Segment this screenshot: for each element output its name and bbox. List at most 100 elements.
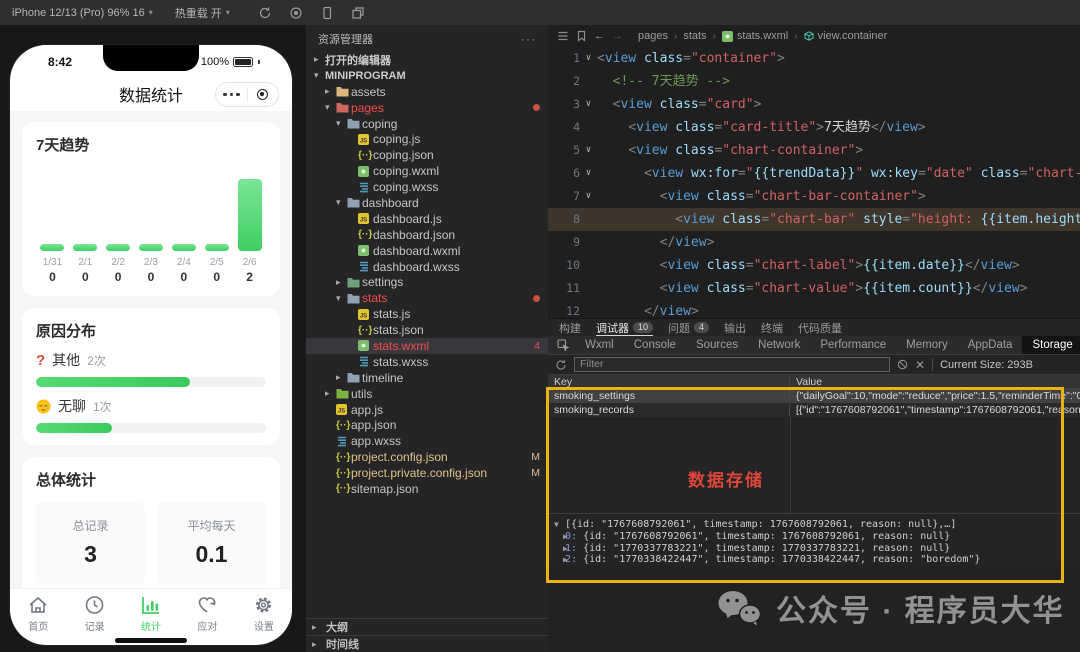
clear-all-icon[interactable] <box>897 359 908 370</box>
devtools-tab-Console[interactable]: Console <box>624 336 686 354</box>
tree-item-pages[interactable]: ▾ pages <box>306 100 548 116</box>
tree-item-stats[interactable]: ▾ stats <box>306 290 548 306</box>
wechat-capsule[interactable] <box>215 82 279 107</box>
tree-item-stats.wxss[interactable]: stats.wxss <box>306 354 548 370</box>
tree-item-utils[interactable]: ▸ utils <box>306 386 548 402</box>
bookmark-icon[interactable] <box>576 30 587 42</box>
refresh-storage-icon[interactable] <box>555 359 567 371</box>
tabbar-item-设置[interactable]: 设置 <box>236 589 292 638</box>
tree-item-coping.js[interactable]: JS coping.js <box>306 131 548 147</box>
tree-item-timeline[interactable]: ▸ timeline <box>306 370 548 386</box>
tree-item-app.js[interactable]: JS app.js <box>306 402 548 418</box>
forward-arrow-icon[interactable]: → <box>612 30 623 42</box>
breadcrumb-item-view.container[interactable]: view.container <box>804 30 887 42</box>
fold-icon[interactable]: ∨ <box>580 162 597 185</box>
devtools-tab-Performance[interactable]: Performance <box>810 336 896 354</box>
tree-item-coping.json[interactable]: {··} coping.json <box>306 147 548 163</box>
tree-item-app.json[interactable]: {··} app.json <box>306 417 548 433</box>
breadcrumb-item-pages[interactable]: pages <box>638 30 668 42</box>
storage-row-smoking_records[interactable]: smoking_records [{"id":"1767608792061","t… <box>548 403 1080 417</box>
close-minibar-icon[interactable] <box>248 89 279 100</box>
storage-row-smoking_settings[interactable]: smoking_settings {"dailyGoal":10,"mode":"… <box>548 389 1080 403</box>
key-column-header[interactable]: Key <box>548 375 790 388</box>
timeline-section[interactable]: ▸ 时间线 <box>306 635 548 652</box>
collapse-arrow-icon[interactable]: ▼ <box>554 519 565 531</box>
expand-arrow-icon[interactable]: ▶ <box>554 554 568 566</box>
tree-item-assets[interactable]: ▸ assets <box>306 84 548 100</box>
tabbar-item-统计[interactable]: 统计 <box>123 589 179 638</box>
tree-item-dashboard.js[interactable]: JS dashboard.js <box>306 211 548 227</box>
expanded-record[interactable]: ▶2: {id: "1770338422447", timestamp: 177… <box>554 554 1080 566</box>
chevron-down-icon[interactable]: ▾ <box>336 118 347 129</box>
hot-reload-toggle[interactable]: 热重载 开 <box>175 5 222 21</box>
tree-item-settings[interactable]: ▸ settings <box>306 274 548 290</box>
chevron-down-icon[interactable]: ▾ <box>325 102 336 113</box>
debug-tab-构建[interactable]: 构建 <box>559 319 581 336</box>
tree-item-dashboard.json[interactable]: {··} dashboard.json <box>306 227 548 243</box>
record-icon[interactable] <box>289 6 303 20</box>
expanded-record[interactable]: ▶1: {id: "1770337783221", timestamp: 177… <box>554 543 1080 555</box>
chevron-down-icon[interactable]: ▾ <box>336 293 347 304</box>
tree-item-sitemap.json[interactable]: {··} sitemap.json <box>306 481 548 497</box>
expanded-preview[interactable]: ▼ [{id: "1767608792061", timestamp: 17676… <box>554 519 1080 531</box>
close-filter-icon[interactable]: ✕ <box>915 358 925 372</box>
tree-item-project.config.json[interactable]: {··} project.config.json M <box>306 449 548 465</box>
more-menu-icon[interactable] <box>216 92 247 97</box>
breadcrumb-item-stats[interactable]: stats <box>683 30 706 42</box>
tree-item-dashboard.wxml[interactable]: dashboard.wxml <box>306 243 548 259</box>
chevron-right-icon[interactable]: ▸ <box>336 277 347 288</box>
debug-tab-代码质量[interactable]: 代码质量 <box>798 319 842 336</box>
code-lines[interactable]: 1 ∨ <view class="container"> 2 <!-- 7天趋势 --… <box>548 47 1080 318</box>
tabbar-item-记录[interactable]: 记录 <box>66 589 122 638</box>
outline-section[interactable]: ▸ 大纲 <box>306 618 548 635</box>
devtools-tab-Network[interactable]: Network <box>748 336 810 354</box>
code-editor[interactable]: ← → pages › stats › stats.wxml › view.containe… <box>548 25 1080 318</box>
back-arrow-icon[interactable]: ← <box>594 30 605 42</box>
chevron-right-icon[interactable]: ▸ <box>325 86 336 97</box>
fold-icon[interactable]: ∨ <box>580 47 597 70</box>
more-actions-icon[interactable]: ··· <box>521 32 536 46</box>
tree-item-MINIPROGRAM[interactable]: ▾ MINIPROGRAM <box>306 68 548 84</box>
tree-item-dashboard.wxss[interactable]: dashboard.wxss <box>306 259 548 275</box>
expand-arrow-icon[interactable]: ▶ <box>554 543 568 555</box>
chevron-right-icon[interactable]: ▸ <box>336 372 347 383</box>
tree-item-coping[interactable]: ▾ coping <box>306 116 548 132</box>
debug-tab-输出[interactable]: 输出 <box>724 319 746 336</box>
expanded-record[interactable]: ▶0: {id: "1767608792061", timestamp: 176… <box>554 531 1080 543</box>
tree-item-app.wxss[interactable]: app.wxss <box>306 433 548 449</box>
fold-icon[interactable]: ∨ <box>580 139 597 162</box>
devtools-tab-Storage[interactable]: Storage <box>1022 336 1080 354</box>
restore-window-icon[interactable] <box>351 6 365 20</box>
tree-item-coping.wxml[interactable]: coping.wxml <box>306 163 548 179</box>
devtools-tab-Memory[interactable]: Memory <box>896 336 958 354</box>
chevron-right-icon[interactable]: ▸ <box>325 388 336 399</box>
fold-icon[interactable]: ∨ <box>580 93 597 116</box>
debug-tab-调试器[interactable]: 调试器 10 <box>596 319 654 336</box>
tree-item-stats.js[interactable]: JS stats.js <box>306 306 548 322</box>
tree-item-stats.wxml[interactable]: stats.wxml 4 <box>306 338 548 354</box>
tree-item-coping.wxss[interactable]: coping.wxss <box>306 179 548 195</box>
tree-item-stats.json[interactable]: {··} stats.json <box>306 322 548 338</box>
devtools-tab-AppData[interactable]: AppData <box>958 336 1023 354</box>
tree-item-project.private.config.json[interactable]: {··} project.private.config.json M <box>306 465 548 481</box>
refresh-icon[interactable] <box>258 6 272 20</box>
filter-input[interactable]: Filter <box>574 357 890 372</box>
inspect-element-icon[interactable] <box>551 339 575 351</box>
devtools-tab-Wxml[interactable]: Wxml <box>575 336 624 354</box>
breadcrumb-item-stats.wxml[interactable]: stats.wxml <box>721 30 788 42</box>
expand-arrow-icon[interactable]: ▶ <box>554 531 568 543</box>
debug-tab-终端[interactable]: 终端 <box>761 319 783 336</box>
tabbar-item-首页[interactable]: 首页 <box>10 589 66 638</box>
tree-item-dashboard[interactable]: ▾ dashboard <box>306 195 548 211</box>
phone-view-icon[interactable] <box>320 6 334 20</box>
chevron-right-icon[interactable]: ▸ <box>314 54 325 65</box>
chevron-down-icon[interactable]: ▾ <box>336 197 347 208</box>
outline-list-icon[interactable] <box>557 30 569 42</box>
device-selector[interactable]: iPhone 12/13 (Pro) 96% 16 <box>12 7 145 19</box>
tabbar-item-应对[interactable]: 应对 <box>179 589 235 638</box>
devtools-tab-Sources[interactable]: Sources <box>686 336 748 354</box>
debug-tab-问题[interactable]: 问题 4 <box>668 319 710 336</box>
value-column-header[interactable]: Value <box>790 376 1080 388</box>
chevron-down-icon[interactable]: ▾ <box>314 70 325 81</box>
fold-icon[interactable]: ∨ <box>580 185 597 208</box>
